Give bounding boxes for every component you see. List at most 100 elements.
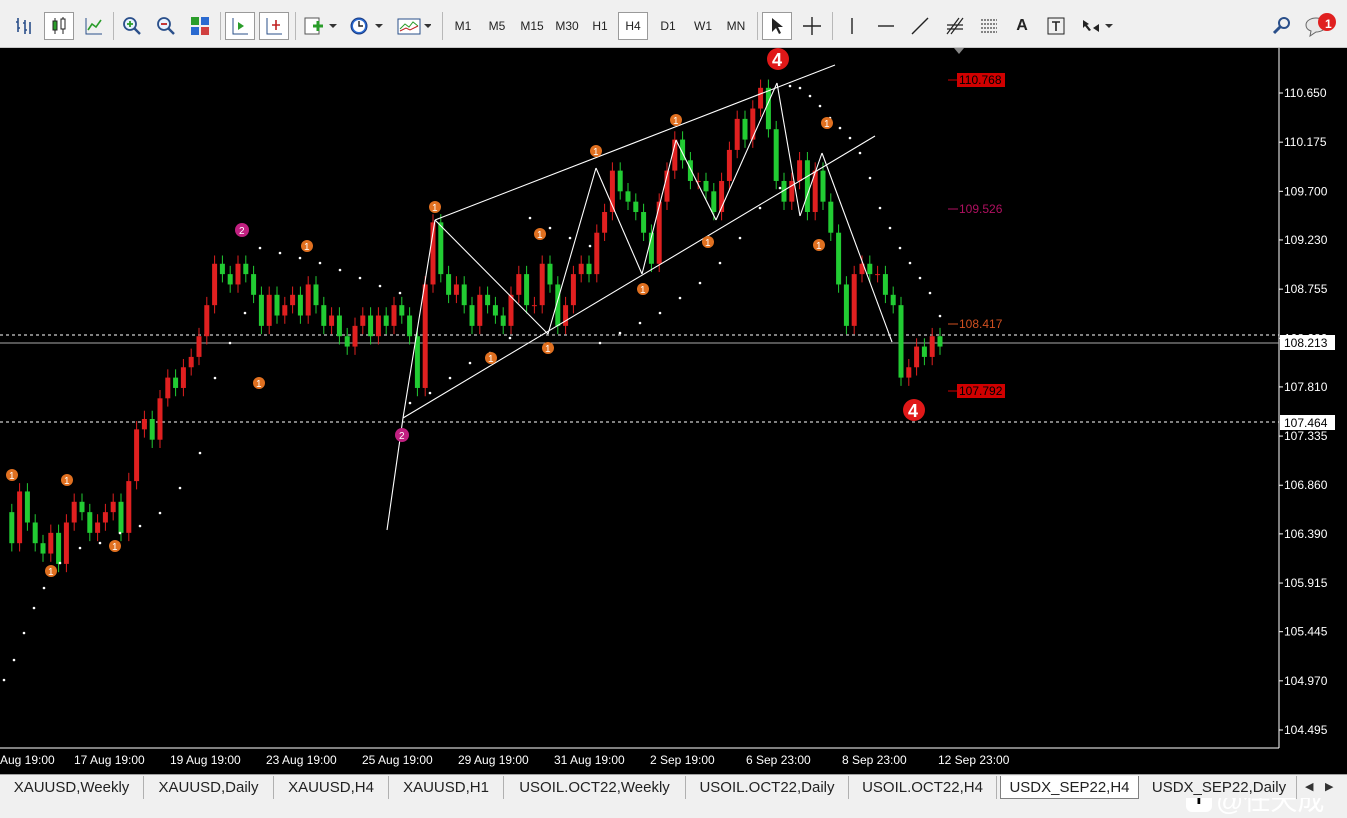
candle-body: [687, 160, 693, 181]
text-label-icon[interactable]: [1042, 12, 1070, 40]
timeframe-m30[interactable]: M30: [550, 12, 584, 40]
trend-line: [675, 139, 717, 221]
timeframe-m5[interactable]: M5: [483, 12, 511, 40]
cursor-icon[interactable]: [762, 12, 792, 40]
candle-body: [336, 315, 342, 337]
wave-marker-label: 1: [304, 242, 310, 253]
chart-window[interactable]: 110.650 110.175 109.700 109.230 108.755 108.2…: [0, 48, 1347, 816]
sar-dot: [718, 261, 722, 265]
candle-body: [461, 284, 467, 306]
candle-body: [321, 305, 327, 326]
time-tick-label: Aug 19:00: [0, 753, 55, 767]
candle-body: [617, 170, 623, 192]
tab-usoil-h4[interactable]: USOIL.OCT22,H4: [849, 776, 997, 799]
text-icon[interactable]: A: [1008, 12, 1036, 40]
timeframe-h1[interactable]: H1: [586, 12, 614, 40]
tab-xauusd-weekly[interactable]: XAUUSD,Weekly: [0, 776, 144, 799]
notification-icon[interactable]: 1: [1303, 12, 1339, 40]
candle-body: [446, 274, 452, 295]
fibonacci-icon[interactable]: [940, 12, 970, 40]
price-tick-label: 110.650: [1284, 86, 1327, 100]
timeframe-m15[interactable]: M15: [515, 12, 549, 40]
trendline-icon[interactable]: [906, 12, 934, 40]
tab-xauusd-daily[interactable]: XAUUSD,Daily: [144, 776, 274, 799]
sar-dot: [448, 376, 452, 380]
candle-body: [797, 160, 803, 181]
price-chart[interactable]: 110.650 110.175 109.700 109.230 108.755 108.2…: [0, 48, 1347, 774]
trend-line: [434, 219, 549, 335]
timeframe-d1[interactable]: D1: [654, 12, 682, 40]
sar-dot: [678, 296, 682, 300]
candle-body: [641, 212, 647, 233]
timeframe-w1[interactable]: W1: [689, 12, 717, 40]
hline-price-label: 107.464: [1284, 416, 1328, 430]
candle-body: [126, 481, 132, 533]
time-tick-label: 8 Sep 23:00: [842, 753, 907, 767]
sar-dot: [738, 236, 742, 240]
vertical-line-icon[interactable]: [838, 12, 866, 40]
candle-body: [149, 419, 155, 440]
candle-body: [329, 315, 335, 326]
candle-body: [531, 305, 537, 307]
sar-dot: [42, 586, 46, 590]
fibo-channel-icon[interactable]: [974, 12, 1004, 40]
candle-body: [71, 501, 77, 523]
candle-body: [32, 522, 38, 544]
candle-body: [851, 274, 857, 326]
crosshair-icon[interactable]: [798, 12, 826, 40]
horizontal-line-icon[interactable]: [872, 12, 900, 40]
candle-body: [625, 191, 631, 202]
timeframe-h4[interactable]: H4: [618, 12, 648, 40]
candle-body: [937, 336, 943, 347]
zoom-in-icon[interactable]: [118, 12, 146, 40]
level-label: 109.526: [959, 202, 1003, 216]
tab-usdx-h4[interactable]: USDX_SEP22,H4: [1000, 776, 1139, 799]
search-icon[interactable]: [1270, 12, 1294, 40]
tab-xauusd-h1[interactable]: XAUUSD,H1: [389, 776, 504, 799]
price-tick-label: 106.390: [1284, 527, 1328, 541]
autoscroll-icon[interactable]: [225, 12, 255, 40]
line-chart-icon[interactable]: [80, 12, 108, 40]
tab-xauusd-h4[interactable]: XAUUSD,H4: [274, 776, 389, 799]
candle-body: [524, 274, 530, 306]
arrows-icon[interactable]: [1076, 12, 1116, 40]
sar-dot: [778, 186, 782, 190]
new-order-icon[interactable]: [300, 12, 340, 40]
tab-usdx-daily[interactable]: USDX_SEP22,Daily: [1142, 776, 1297, 799]
wave-marker-label: 1: [48, 567, 54, 578]
sar-dot: [158, 511, 162, 515]
bar-chart-icon[interactable]: [10, 12, 38, 40]
candle-body: [368, 315, 374, 337]
price-tick-label: 104.970: [1284, 674, 1328, 688]
tile-windows-icon[interactable]: [186, 12, 214, 40]
tab-usoil-weekly[interactable]: USOIL.OCT22,Weekly: [504, 776, 686, 799]
candle-body: [110, 501, 116, 513]
level-label: 108.417: [959, 317, 1003, 331]
template-icon[interactable]: [394, 12, 434, 40]
candlestick-icon[interactable]: [44, 12, 74, 40]
tab-scroll-left-icon[interactable]: ◀: [1305, 780, 1313, 793]
tab-usoil-daily[interactable]: USOIL.OCT22,Daily: [686, 776, 849, 799]
sar-dot: [808, 94, 812, 98]
price-tick-label: 108.755: [1284, 282, 1328, 296]
sar-dot: [338, 268, 342, 272]
sar-dot: [898, 246, 902, 250]
time-tick-label: 12 Sep 23:00: [938, 753, 1010, 767]
clock-icon[interactable]: [346, 12, 386, 40]
candle-body: [477, 294, 483, 326]
candle-body: [914, 346, 920, 368]
wave-marker-2-label: 2: [239, 226, 245, 237]
candle-body: [79, 501, 85, 513]
sar-dot: [508, 336, 512, 340]
sar-dot: [408, 401, 412, 405]
wave-marker-label: 1: [256, 379, 262, 390]
candle-body: [711, 191, 717, 213]
timeframe-mn[interactable]: MN: [721, 12, 751, 40]
candle-body: [547, 263, 553, 285]
candle-body: [773, 129, 779, 181]
candle-body: [929, 336, 935, 357]
timeframe-m1[interactable]: M1: [449, 12, 477, 40]
zoom-out-icon[interactable]: [152, 12, 180, 40]
chart-shift-icon[interactable]: [259, 12, 289, 40]
tab-scroll-right-icon[interactable]: ▶: [1325, 780, 1333, 793]
